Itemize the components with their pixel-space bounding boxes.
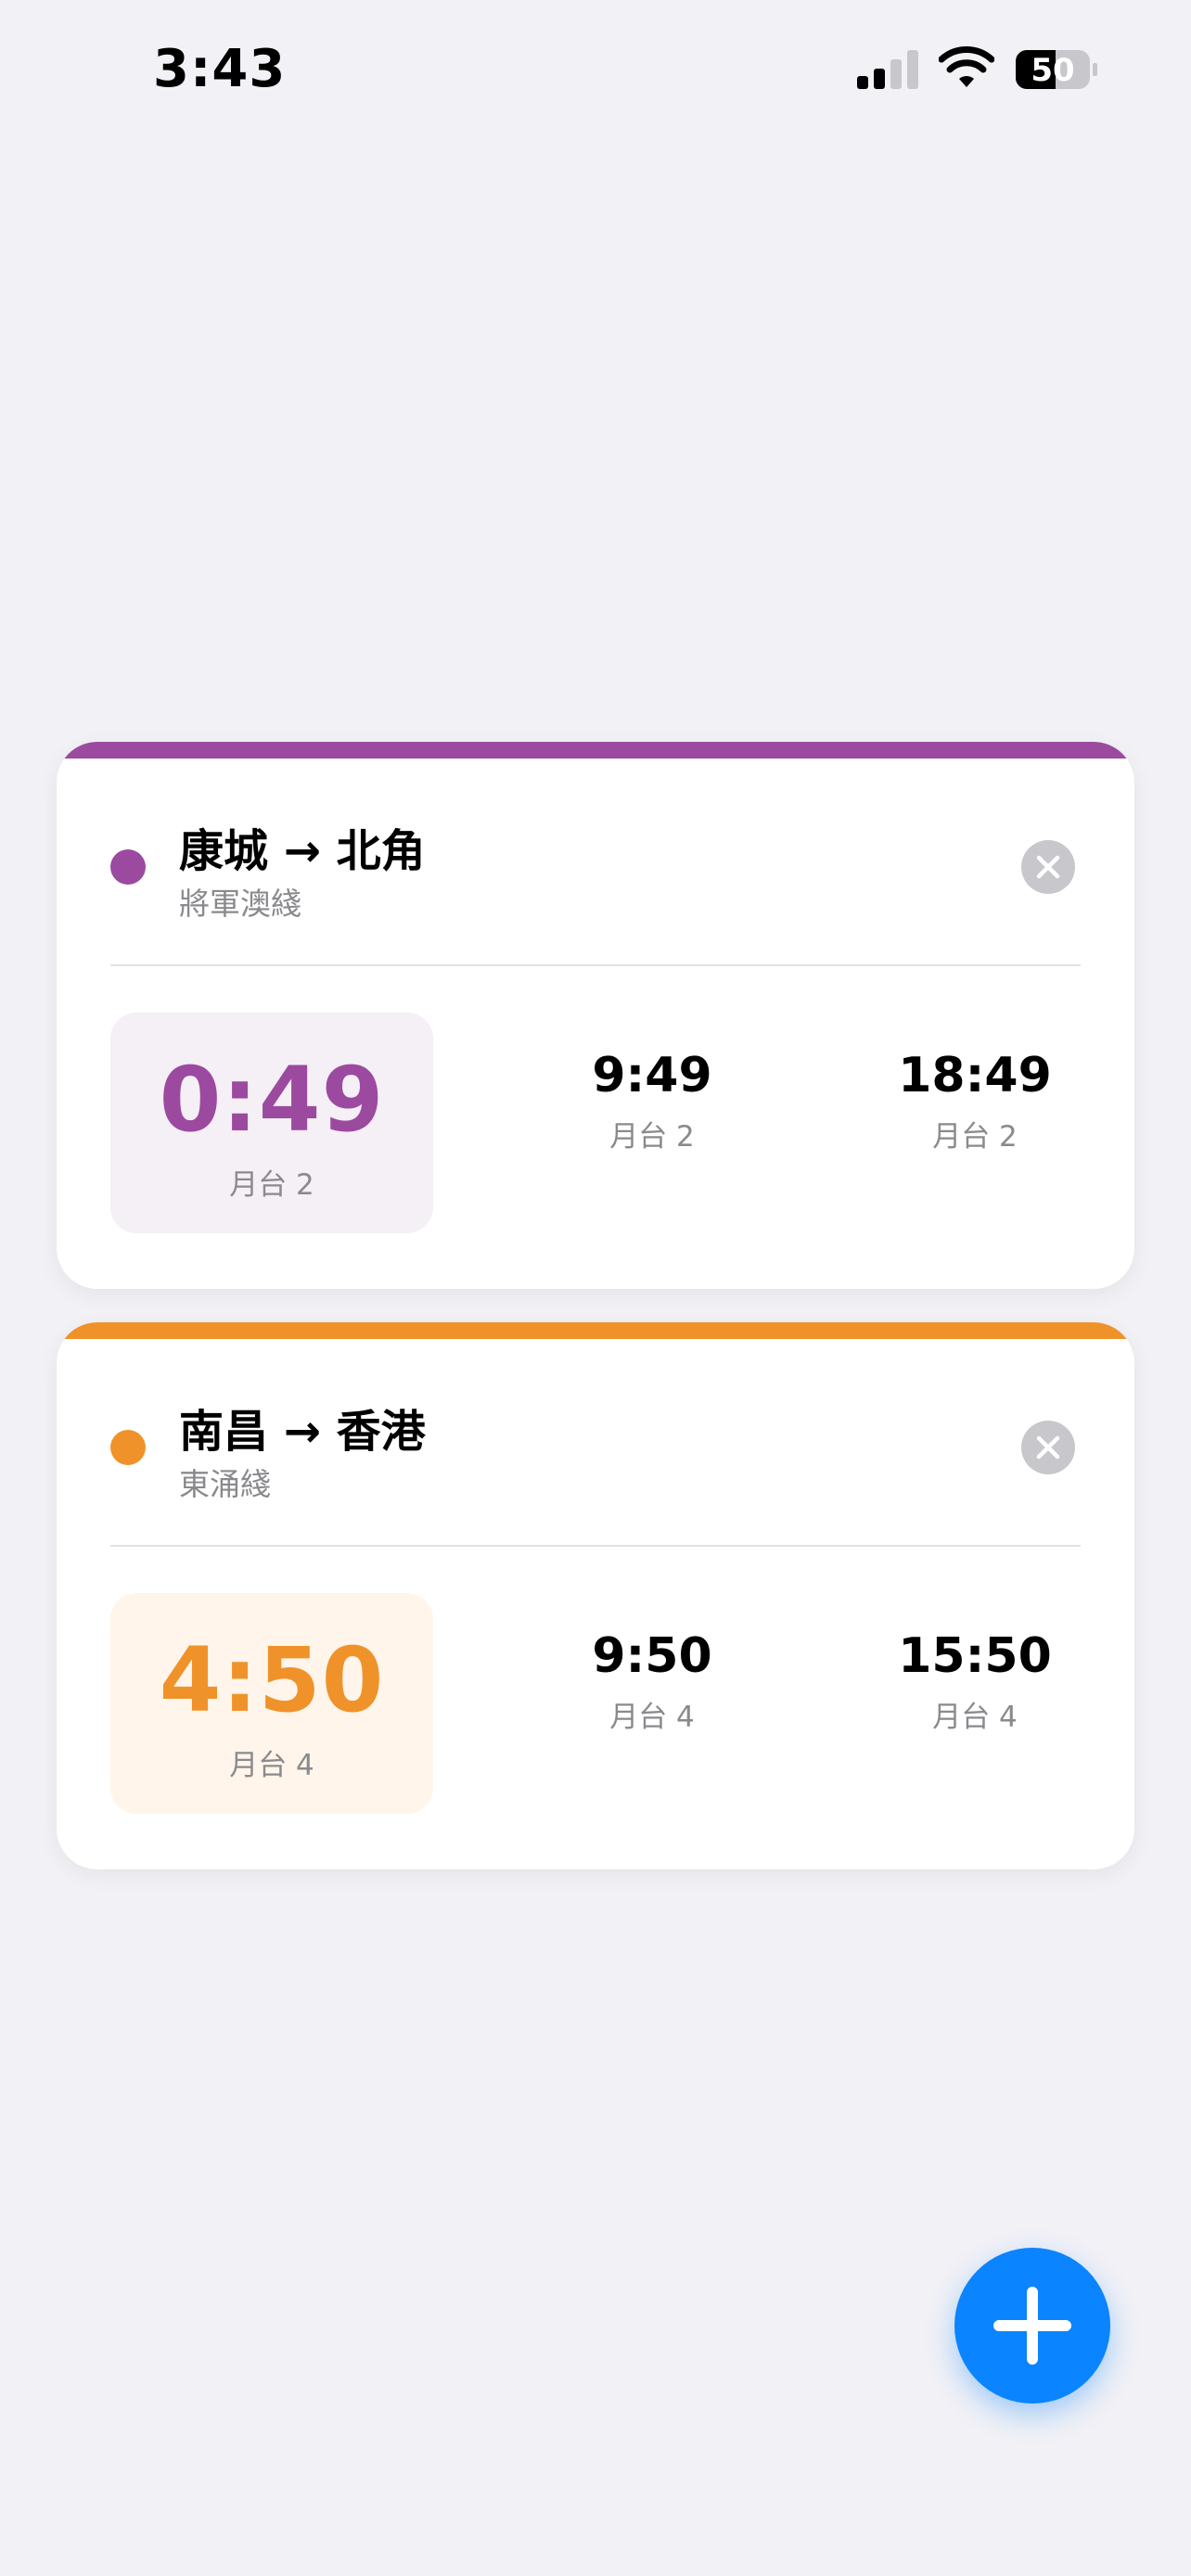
departure-platform: 月台 4	[932, 1701, 1018, 1734]
divider	[110, 964, 1081, 966]
next-departure: 0:49 月台 2	[110, 1013, 433, 1233]
departure-time: 9:49	[592, 1048, 712, 1103]
line-color-dot	[110, 849, 146, 885]
line-color-stripe	[57, 742, 1134, 759]
line-name: 東涌綫	[179, 1466, 271, 1502]
next-departure-platform: 月台 2	[229, 1168, 314, 1202]
status-bar: 3:43 50	[0, 0, 1191, 139]
next-departure: 4:50 月台 4	[110, 1593, 433, 1814]
next-departure-time: 4:50	[159, 1628, 385, 1732]
route-card[interactable]: 康城 → 北角 將軍澳綫 0:49 月台 2 9:49 月台 2 18:49 月…	[57, 742, 1134, 1289]
departure-platform: 月台 2	[609, 1120, 695, 1154]
departure-time: 15:50	[898, 1628, 1052, 1684]
origin-station: 南昌	[179, 1406, 269, 1458]
arrow-icon: →	[283, 825, 321, 877]
route-title: 南昌 → 香港	[179, 1395, 426, 1460]
line-color-dot	[110, 1430, 146, 1465]
remove-route-button[interactable]	[1021, 1421, 1075, 1474]
arrow-icon: →	[283, 1406, 321, 1458]
plus-icon	[993, 2287, 1071, 2365]
departure-item: 18:49 月台 2	[864, 1048, 1086, 1154]
battery-level: 50	[1031, 52, 1075, 89]
line-name: 將軍澳綫	[179, 886, 301, 922]
departure-time: 9:50	[592, 1628, 712, 1684]
close-icon	[1036, 855, 1060, 879]
departure-time: 18:49	[898, 1048, 1052, 1103]
close-icon	[1036, 1435, 1060, 1460]
next-departure-time: 0:49	[159, 1048, 385, 1152]
route-title: 康城 → 北角	[179, 814, 426, 879]
departure-item: 15:50 月台 4	[864, 1628, 1086, 1735]
departure-item: 9:50 月台 4	[541, 1628, 763, 1735]
remove-route-button[interactable]	[1021, 840, 1075, 894]
route-card[interactable]: 南昌 → 香港 東涌綫 4:50 月台 4 9:50 月台 4 15:50 月台…	[57, 1322, 1134, 1869]
departure-platform: 月台 4	[609, 1701, 695, 1734]
destination-station: 北角	[336, 825, 426, 877]
departure-item: 9:49 月台 2	[541, 1048, 763, 1154]
departure-platform: 月台 2	[932, 1120, 1018, 1154]
line-color-stripe	[57, 1322, 1134, 1339]
origin-station: 康城	[179, 825, 269, 877]
destination-station: 香港	[336, 1406, 426, 1458]
wifi-icon	[939, 46, 994, 87]
battery-icon: 50	[1015, 49, 1098, 90]
next-departure-platform: 月台 4	[229, 1749, 314, 1782]
add-route-button[interactable]	[954, 2248, 1110, 2404]
divider	[110, 1545, 1081, 1547]
status-time: 3:43	[153, 39, 287, 99]
cellular-signal-icon	[857, 50, 918, 89]
